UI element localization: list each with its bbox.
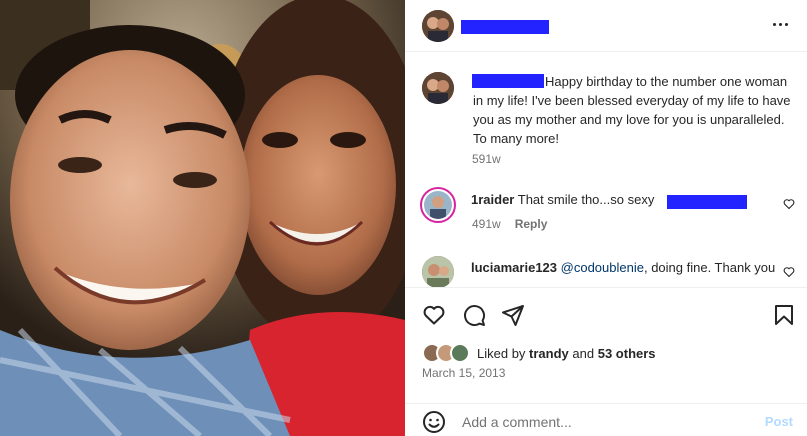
avatar-photo-icon (424, 191, 452, 219)
avatar-photo-icon (422, 72, 454, 104)
comment-avatar[interactable] (420, 187, 456, 223)
comment-text-row: luciamarie123 @codoublenie, doing fine. … (471, 258, 775, 277)
post-photo[interactable] (0, 0, 405, 436)
paper-plane-icon[interactable] (501, 303, 525, 327)
comment-meta: 491w Reply (472, 217, 547, 231)
more-dot (779, 23, 782, 26)
comment-avatar[interactable] (422, 256, 454, 287)
caption-time[interactable]: 591w (472, 152, 501, 166)
comment-bubble-icon[interactable] (462, 303, 486, 327)
caption-text: Happy birthday to the number one woman i… (473, 72, 791, 148)
comment-username[interactable]: luciamarie123 (471, 260, 557, 275)
more-dot (785, 23, 788, 26)
comment-like-heart-icon[interactable] (783, 266, 795, 278)
comment-body: That smile tho...so sexy (517, 192, 655, 207)
post-side-panel: Happy birthday to the number one woman i… (405, 0, 807, 436)
comments-list[interactable]: Happy birthday to the number one woman i… (405, 53, 807, 287)
likes-prefix: Liked by (477, 346, 526, 361)
caption-body: Happy birthday to the number one woman i… (473, 74, 791, 146)
post-comment-button[interactable]: Post (765, 414, 793, 429)
reply-button[interactable]: Reply (515, 217, 548, 231)
post-actions: Liked by trandy and 53 others March 15, … (405, 287, 807, 436)
caption-avatar[interactable] (422, 72, 454, 104)
caption-time-text: 591w (472, 152, 501, 166)
comment-input[interactable] (462, 412, 752, 432)
comment-mention-redacted[interactable] (667, 195, 747, 209)
bookmark-icon[interactable] (772, 303, 796, 327)
comment-like-heart-icon[interactable] (783, 198, 795, 210)
more-options-button[interactable] (772, 18, 790, 30)
comment-username[interactable]: 1raider (471, 192, 514, 207)
more-horizontal-icon (773, 23, 776, 26)
author-avatar[interactable] (422, 10, 454, 42)
author-username-redacted[interactable] (461, 20, 549, 34)
post-header (405, 0, 807, 52)
emoji-smile-icon[interactable] (422, 410, 446, 434)
likes-conjunction: and (572, 346, 595, 361)
like-heart-icon[interactable] (422, 303, 446, 327)
post-date[interactable]: March 15, 2013 (422, 366, 505, 380)
likes-text: Liked by trandy and 53 others (477, 346, 656, 361)
liker-avatar[interactable] (450, 343, 470, 363)
add-comment-row: Post (405, 403, 807, 436)
liker-username[interactable]: trandy (529, 346, 569, 361)
avatar-photo-icon (422, 256, 454, 287)
comment-mention[interactable]: @codoublenie (561, 260, 644, 275)
likes-others-count[interactable]: 53 others (598, 346, 656, 361)
comment-body: , doing fine. Thank you (643, 260, 776, 275)
comment-time[interactable]: 491w (472, 217, 501, 231)
avatar-photo-icon (422, 10, 454, 42)
selfie-image (0, 0, 405, 436)
